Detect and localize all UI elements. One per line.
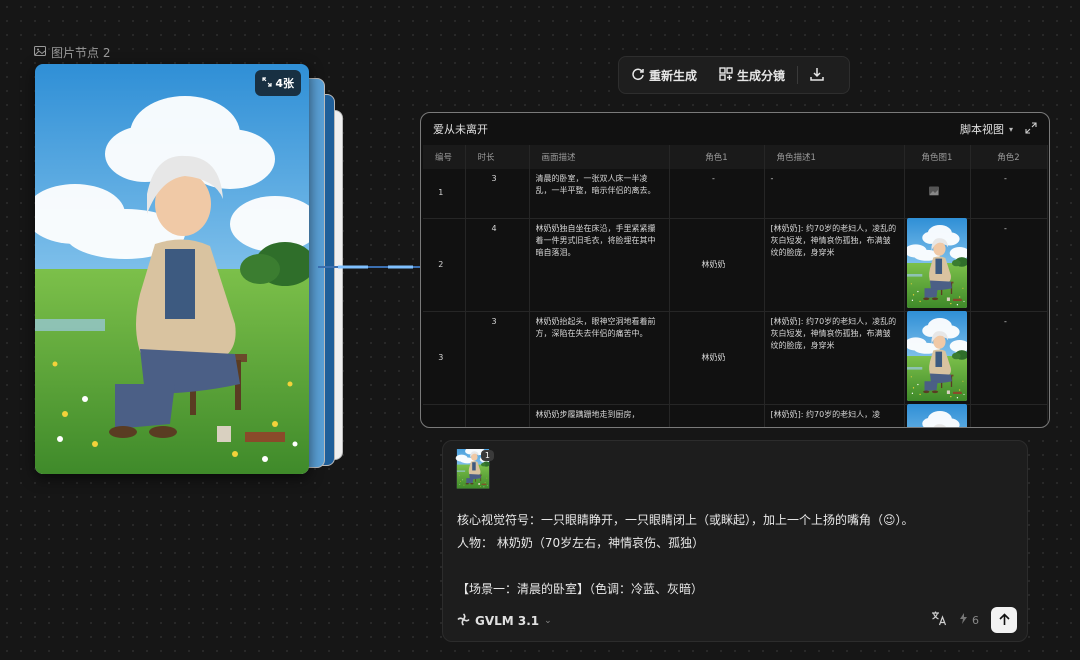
prompt-line xyxy=(457,555,1017,578)
credits-indicator: 6 xyxy=(959,613,979,627)
arrow-up-icon xyxy=(998,611,1011,630)
view-mode-label: 脚本视图 xyxy=(959,123,1004,136)
table-row[interactable]: 林奶奶步履蹒跚地走到厨房， [林奶奶]: 约70岁的老妇人，凌 xyxy=(423,404,1048,429)
prompt-line: 核心视觉符号：一只眼睛睁开，一只眼睛闭上（或眯起），加上一个上扬的嘴角（😉）。 xyxy=(457,513,914,527)
chat-composer: 1 核心视觉符号：一只眼睛睁开，一只眼睛闭上（或眯起），加上一个上扬的嘴角（😉）… xyxy=(442,440,1028,642)
prompt-line: 人物： 林奶奶（70岁左右，神情哀伤、孤独） xyxy=(457,536,705,550)
image-placeholder-icon xyxy=(928,186,940,199)
row-role2[interactable]: - xyxy=(970,169,1048,219)
chevron-down-icon: ▾ xyxy=(1008,124,1013,134)
prompt-input[interactable]: 核心视觉符号：一只眼睛睁开，一只眼睛闭上（或眯起），加上一个上扬的嘴角（😉）。 … xyxy=(457,509,1017,601)
row-number: 3 xyxy=(423,311,466,405)
column-header: 编号 xyxy=(423,145,466,169)
storyboard-icon xyxy=(719,66,733,84)
view-mode-select[interactable]: 脚本视图 ▾ xyxy=(960,121,1013,137)
download-icon xyxy=(810,67,824,84)
table-row[interactable]: 3 3 林奶奶抬起头，眼神空洞地看着前方，深陷在失去伴侣的痛苦中。 林奶奶 [林… xyxy=(423,311,1048,405)
table-header-row: 编号 时长 画面描述 角色1 角色描述1 角色图1 角色2 xyxy=(423,145,1048,169)
image-icon xyxy=(34,45,46,60)
image-stack[interactable]: 4张 xyxy=(35,64,345,476)
refresh-icon xyxy=(631,67,645,84)
row-description-text: 林奶奶独自坐在床沿，手里紧紧攥着一件男式旧毛衣，将脸埋在其中暗自落泪。 xyxy=(535,223,656,257)
node-connector xyxy=(318,265,422,269)
table-row[interactable]: 2 4 林奶奶独自坐在床沿，手里紧紧攥着一件男式旧毛衣，将脸埋在其中暗自落泪。 … xyxy=(423,218,1048,312)
row-role1[interactable]: - xyxy=(669,169,765,219)
credits-count: 6 xyxy=(972,613,979,627)
row-role-img1[interactable] xyxy=(904,169,971,219)
row-description[interactable]: 林奶奶独自坐在床沿，手里紧紧攥着一件男式旧毛衣，将脸埋在其中暗自落泪。 xyxy=(529,218,670,312)
row-role1[interactable]: 林奶奶 xyxy=(669,311,765,405)
row-role2[interactable]: - xyxy=(970,311,1048,405)
row-duration[interactable]: 3 xyxy=(465,169,530,219)
attached-image-thumbnail[interactable]: 1 xyxy=(451,449,495,493)
column-header: 角色图1 xyxy=(904,145,971,169)
generate-storyboard-button[interactable]: 生成分镜 xyxy=(719,66,786,84)
column-header: 画面描述 xyxy=(529,145,670,169)
row-role-desc1[interactable]: [林奶奶]: 约70岁的老妇人，凌乱的灰白短发，神情哀伤孤独，布满皱纹的脸庞，身… xyxy=(764,311,905,405)
regenerate-label: 重新生成 xyxy=(649,68,698,83)
regenerate-button[interactable]: 重新生成 xyxy=(631,67,697,84)
row-description-text: 清晨的卧室，一张双人床一半凌乱，一半平整，暗示伴侣的离去。 xyxy=(535,174,656,195)
chevron-down-icon: ⌄ xyxy=(544,616,552,626)
column-header: 角色描述1 xyxy=(764,145,905,169)
row-description-text: 林奶奶抬起头，眼神空洞地看着前方，深陷在失去伴侣的痛苦中。 xyxy=(535,316,656,338)
prompt-line: 【场景一：清晨的卧室】（色调：冷蓝、灰暗） xyxy=(457,582,704,596)
row-number: 2 xyxy=(423,218,466,312)
download-button[interactable] xyxy=(810,67,824,84)
row-description[interactable]: 林奶奶步履蹒跚地走到厨房， xyxy=(529,404,670,427)
node-title-text: 图片节点 2 xyxy=(51,46,111,60)
row-role-desc1-text: [林奶奶]: 约70岁的老妇人，凌乱的灰白短发，神情哀伤孤独，布满皱纹的脸庞，身… xyxy=(770,316,897,350)
row-role-desc1[interactable]: - xyxy=(764,169,905,219)
row-role-desc1-text: [林奶奶]: 约70岁的老妇人，凌乱的灰白短发，神情哀伤孤独，布满皱纹的脸庞，身… xyxy=(770,223,897,257)
script-panel-header: 爱从未离开 脚本视图 ▾ xyxy=(421,113,1049,145)
image-count-text: 4张 xyxy=(275,77,294,90)
expand-arrows-icon xyxy=(262,76,272,90)
row-role-img1[interactable] xyxy=(904,311,971,405)
main-image[interactable]: 4张 xyxy=(35,64,309,474)
image-count-badge[interactable]: 4张 xyxy=(255,70,301,96)
row-number: 1 xyxy=(423,169,466,219)
expand-icon[interactable] xyxy=(1025,121,1037,137)
role-thumbnail[interactable] xyxy=(907,404,967,429)
row-description[interactable]: 清晨的卧室，一张双人床一半凌乱，一半平整，暗示伴侣的离去。 xyxy=(529,169,670,219)
role-thumbnail[interactable] xyxy=(907,311,967,401)
lightning-icon xyxy=(959,613,968,627)
row-duration[interactable] xyxy=(465,404,530,427)
row-role2[interactable]: - xyxy=(970,218,1048,312)
script-table: 编号 时长 画面描述 角色1 角色描述1 角色图1 角色2 1 3 清晨的卧室，… xyxy=(423,145,1048,429)
send-button[interactable] xyxy=(991,607,1017,633)
row-description[interactable]: 林奶奶抬起头，眼神空洞地看着前方，深陷在失去伴侣的痛苦中。 xyxy=(529,311,670,405)
column-header: 时长 xyxy=(465,145,530,169)
row-number xyxy=(423,404,466,427)
row-role-desc1[interactable]: [林奶奶]: 约70岁的老妇人，凌 xyxy=(764,404,905,427)
script-title: 爱从未离开 xyxy=(433,123,488,136)
row-duration[interactable]: 4 xyxy=(465,218,530,312)
storyboard-label: 生成分镜 xyxy=(737,68,786,83)
model-name: GVLM 3.1 xyxy=(475,614,540,628)
row-role1[interactable]: 林奶奶 xyxy=(669,218,765,312)
row-role-img1[interactable] xyxy=(904,404,971,429)
attachment-count-badge: 1 xyxy=(480,450,494,461)
role-thumbnail[interactable] xyxy=(907,218,967,308)
model-logo-icon xyxy=(457,613,470,629)
column-header: 角色2 xyxy=(970,145,1048,169)
row-role2[interactable] xyxy=(970,404,1048,427)
model-selector[interactable]: GVLM 3.1 ⌄ xyxy=(457,613,552,629)
node-title: 图片节点 2 xyxy=(34,44,110,61)
row-role1[interactable] xyxy=(669,404,765,427)
image-toolbar: 重新生成 生成分镜 xyxy=(618,56,850,94)
row-role-desc1[interactable]: [林奶奶]: 约70岁的老妇人，凌乱的灰白短发，神情哀伤孤独，布满皱纹的脸庞，身… xyxy=(764,218,905,312)
toolbar-divider xyxy=(797,66,799,84)
row-duration[interactable]: 3 xyxy=(465,311,530,405)
script-panel: 爱从未离开 脚本视图 ▾ 编号 时长 画面描述 角色1 角色描述1 角色图1 角… xyxy=(420,112,1050,428)
row-role-img1[interactable] xyxy=(904,218,971,312)
column-header: 角色1 xyxy=(669,145,765,169)
translate-icon[interactable] xyxy=(931,610,947,630)
table-row[interactable]: 1 3 清晨的卧室，一张双人床一半凌乱，一半平整，暗示伴侣的离去。 - - - xyxy=(423,169,1048,219)
